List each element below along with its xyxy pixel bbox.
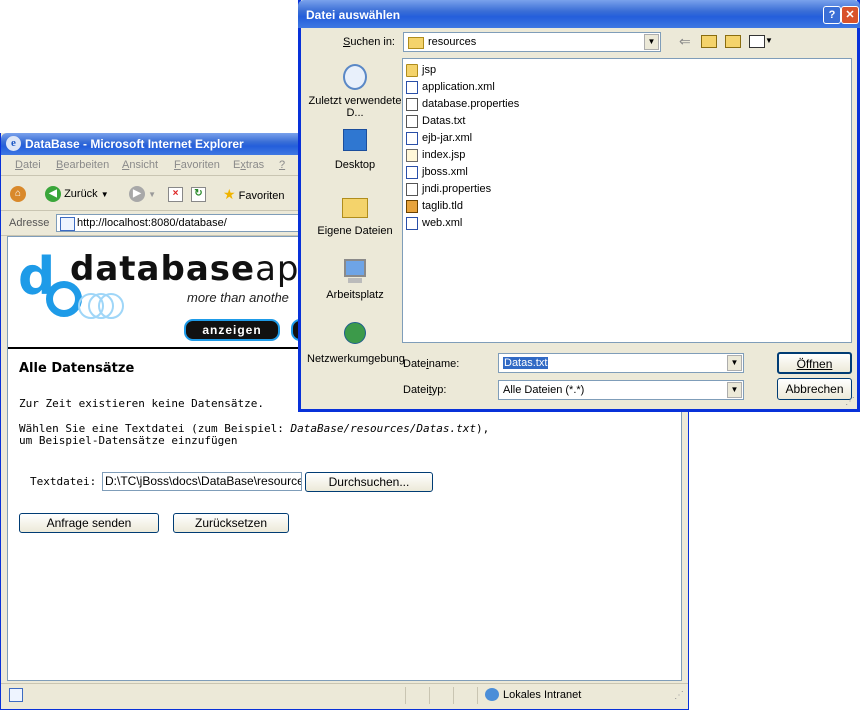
stop-icon: × bbox=[168, 186, 183, 202]
dialog-title: Datei auswählen bbox=[306, 8, 401, 22]
list-item[interactable]: taglib.tld bbox=[406, 198, 463, 214]
refresh-icon: ↻ bbox=[191, 186, 206, 202]
reset-button[interactable]: Zurücksetzen bbox=[173, 513, 289, 533]
folder-icon bbox=[408, 37, 424, 49]
desktop: { "browser": { "title": "DataBase - Micr… bbox=[0, 0, 861, 711]
forward-arrow-icon: ▶ bbox=[129, 186, 145, 203]
filename-label: Dateiname: bbox=[403, 358, 460, 370]
browser-title: DataBase - Microsoft Internet Explorer bbox=[25, 137, 244, 151]
no-records-text: Zur Zeit existieren keine Datensätze. bbox=[19, 397, 265, 410]
xml-file-icon bbox=[406, 80, 418, 94]
submit-button[interactable]: Anfrage senden bbox=[19, 513, 159, 533]
menu-favoriten[interactable]: Favoriten bbox=[174, 159, 220, 171]
list-item[interactable]: jsp bbox=[406, 62, 436, 78]
xml-file-icon bbox=[406, 216, 418, 230]
my-computer-icon bbox=[340, 256, 370, 286]
chevron-down-icon[interactable]: ▼ bbox=[727, 355, 742, 371]
logo-ring bbox=[98, 293, 124, 319]
file-list: jsp application.xml database.properties … bbox=[402, 58, 852, 343]
help-button[interactable]: ? bbox=[823, 6, 841, 24]
list-item[interactable]: Datas.txt bbox=[406, 113, 465, 129]
place-my-computer[interactable]: Arbeitsplatz bbox=[307, 256, 403, 301]
open-button[interactable]: Öffnen bbox=[777, 352, 852, 374]
back-arrow-icon[interactable]: ⇐ bbox=[679, 33, 691, 50]
textfile-input[interactable]: D:\TC\jBoss\docs\DataBase\resources\Data… bbox=[102, 472, 302, 491]
menu-help[interactable]: ? bbox=[279, 159, 285, 171]
status-bar: Lokales Intranet ⋰ bbox=[1, 683, 688, 708]
address-url: http://localhost:8080/database/ bbox=[77, 217, 227, 229]
back-arrow-icon: ◀ bbox=[45, 186, 61, 203]
place-my-documents[interactable]: Eigene Dateien bbox=[307, 192, 403, 237]
xml-file-icon bbox=[406, 165, 418, 179]
address-label: Adresse bbox=[9, 217, 50, 229]
resize-grip-icon[interactable]: ⋰ bbox=[845, 396, 855, 407]
chevron-down-icon: ▼ bbox=[100, 190, 109, 199]
star-icon: ★ bbox=[223, 186, 236, 202]
list-item[interactable]: application.xml bbox=[406, 79, 495, 95]
folder-icon bbox=[406, 63, 418, 77]
desktop-icon bbox=[340, 126, 370, 156]
place-recent[interactable]: Zuletzt verwendete D... bbox=[307, 62, 403, 119]
logo-wordmark: databaseapc bbox=[70, 249, 320, 289]
chevron-down-icon[interactable]: ▼ bbox=[765, 36, 773, 45]
xml-file-icon bbox=[406, 131, 418, 145]
look-in-label: Suchen in: bbox=[343, 36, 395, 48]
refresh-button[interactable]: ↻ bbox=[191, 184, 206, 204]
list-item[interactable]: jndi.properties bbox=[406, 181, 491, 197]
list-item[interactable]: ejb-jar.xml bbox=[406, 130, 472, 146]
look-in-select[interactable]: resources ▼ bbox=[403, 32, 661, 52]
textfile-label: Textdatei: bbox=[30, 475, 97, 488]
filetype-label: Dateityp: bbox=[403, 384, 447, 396]
home-icon[interactable]: ⌂ bbox=[10, 184, 26, 204]
filetype-select[interactable]: Alle Dateien (*.*) ▼ bbox=[498, 380, 744, 400]
menu-datei[interactable]: Datei bbox=[15, 159, 41, 171]
page-title: Alle Datensätze bbox=[19, 361, 135, 376]
intranet-icon bbox=[485, 688, 499, 701]
close-button[interactable]: ✕ bbox=[841, 6, 859, 24]
tld-file-icon bbox=[406, 199, 418, 213]
menu-extras[interactable]: Extras bbox=[233, 159, 264, 171]
favorites-button[interactable]: ★ Favoriten bbox=[223, 184, 284, 204]
my-documents-icon bbox=[340, 192, 370, 222]
list-item[interactable]: web.xml bbox=[406, 215, 462, 231]
tagline: more than anothe bbox=[187, 290, 289, 305]
chevron-down-icon[interactable]: ▼ bbox=[644, 34, 659, 50]
view-menu-icon[interactable] bbox=[749, 35, 765, 48]
page-status-icon bbox=[9, 688, 23, 702]
network-icon bbox=[340, 320, 370, 350]
browse-button[interactable]: Durchsuchen... bbox=[305, 472, 433, 492]
file-dialog: Datei auswählen ? ✕ Suchen in: resources… bbox=[298, 0, 860, 412]
up-folder-icon[interactable] bbox=[701, 35, 717, 48]
list-item[interactable]: index.jsp bbox=[406, 147, 465, 163]
nav-anzeigen[interactable]: anzeigen bbox=[184, 319, 280, 341]
text-file-icon bbox=[406, 114, 418, 128]
stop-button[interactable]: × bbox=[168, 184, 183, 204]
jsp-file-icon bbox=[406, 148, 418, 162]
zone-label: Lokales Intranet bbox=[503, 689, 582, 701]
page-icon bbox=[60, 217, 75, 231]
chevron-down-icon[interactable]: ▼ bbox=[727, 382, 742, 398]
menu-ansicht[interactable]: Ansicht bbox=[122, 159, 158, 171]
text-file-icon bbox=[406, 97, 418, 111]
menu-bearbeiten[interactable]: Bearbeiten bbox=[56, 159, 109, 171]
filename-input[interactable]: Datas.txt ▼ bbox=[498, 353, 744, 373]
new-folder-icon[interactable] bbox=[725, 35, 741, 48]
resize-grip-icon[interactable]: ⋰ bbox=[674, 690, 684, 701]
forward-button[interactable]: ▶ ▼ bbox=[129, 184, 156, 204]
recent-documents-icon bbox=[340, 62, 370, 92]
dialog-titlebar[interactable]: Datei auswählen ? ✕ bbox=[298, 0, 860, 28]
back-button[interactable]: ◀ Zurück ▼ bbox=[45, 184, 109, 204]
place-network[interactable]: Netzwerkumgebung bbox=[307, 320, 405, 365]
text-file-icon bbox=[406, 182, 418, 196]
instruction-text: Wählen Sie eine Textdatei (zum Beispiel:… bbox=[19, 422, 490, 447]
list-item[interactable]: database.properties bbox=[406, 96, 519, 112]
cancel-button[interactable]: Abbrechen bbox=[777, 378, 852, 400]
place-desktop[interactable]: Desktop bbox=[307, 126, 403, 171]
internet-explorer-icon: e bbox=[6, 136, 21, 151]
list-item[interactable]: jboss.xml bbox=[406, 164, 468, 180]
